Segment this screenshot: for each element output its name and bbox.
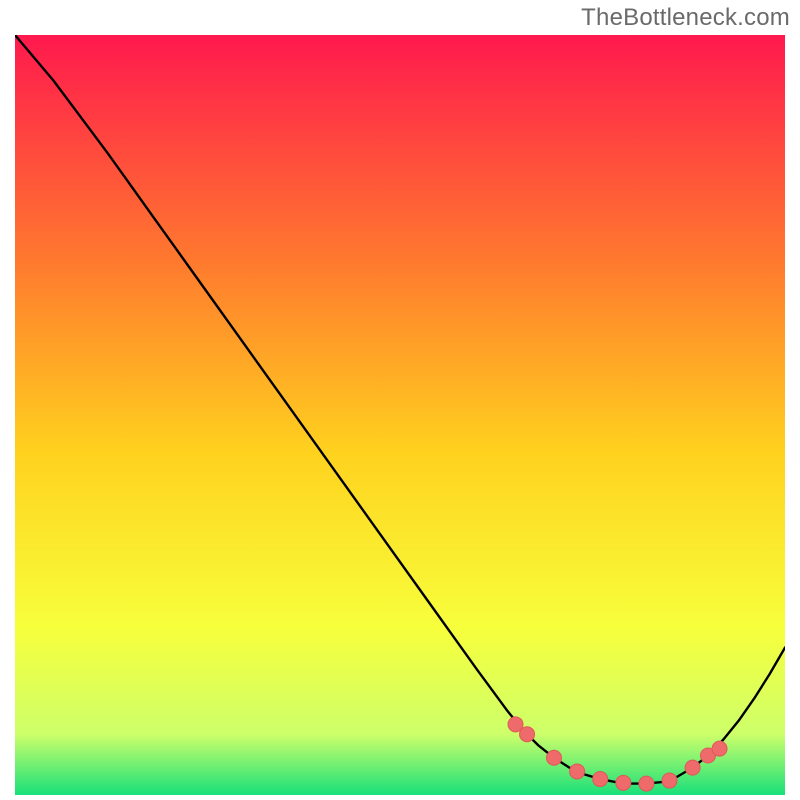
highlight-marker — [570, 764, 585, 779]
attribution-label: TheBottleneck.com — [581, 4, 790, 32]
chart-container: TheBottleneck.com — [0, 0, 800, 800]
highlight-marker — [616, 775, 631, 790]
highlight-marker — [685, 760, 700, 775]
highlight-marker — [712, 741, 727, 756]
highlight-marker — [662, 773, 677, 788]
highlight-marker — [639, 776, 654, 791]
highlight-marker — [547, 750, 562, 765]
highlight-marker — [593, 772, 608, 787]
bottleneck-chart — [15, 35, 785, 795]
highlight-marker — [520, 727, 535, 742]
plot-area — [15, 35, 785, 795]
gradient-background — [15, 35, 785, 795]
